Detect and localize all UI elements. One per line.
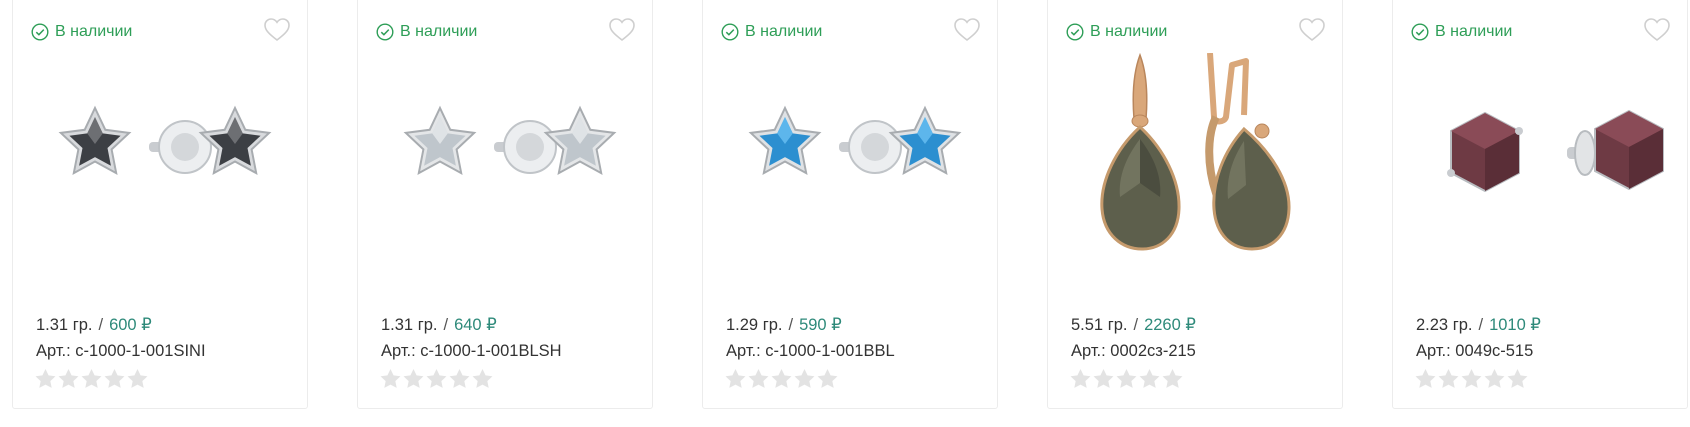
star-icon[interactable] bbox=[127, 369, 148, 389]
product-price: 2260 ₽ bbox=[1144, 316, 1196, 334]
rating-stars[interactable] bbox=[380, 369, 493, 389]
product-price: 1010 ₽ bbox=[1489, 316, 1541, 334]
favorite-button[interactable] bbox=[953, 17, 981, 43]
stock-status: В наличии bbox=[1411, 23, 1512, 41]
product-card[interactable]: В наличии bbox=[12, 0, 308, 409]
product-card[interactable]: В наличии 5.51 гр. / 2260 ₽ Арт.: 0002сз-2… bbox=[1047, 0, 1343, 409]
star-icon[interactable] bbox=[1070, 369, 1091, 389]
product-article[interactable]: Арт.: c-1000-1-001BLSH bbox=[381, 342, 562, 361]
stock-status: В наличии bbox=[31, 23, 132, 41]
star-icon[interactable] bbox=[1139, 369, 1160, 389]
star-icon[interactable] bbox=[1116, 369, 1137, 389]
product-weight: 1.31 гр. bbox=[381, 316, 438, 334]
product-article[interactable]: Арт.: 0049с-515 bbox=[1416, 342, 1533, 361]
price-line: 1.31 гр. / 600 ₽ bbox=[36, 315, 152, 335]
product-price: 590 ₽ bbox=[799, 316, 842, 334]
rating-stars[interactable] bbox=[1415, 369, 1528, 389]
price-line: 5.51 гр. / 2260 ₽ bbox=[1071, 315, 1196, 335]
product-weight: 1.29 гр. bbox=[726, 316, 783, 334]
star-icon[interactable] bbox=[380, 369, 401, 389]
product-card[interactable]: В наличии bbox=[702, 0, 998, 409]
heart-icon[interactable] bbox=[953, 17, 981, 43]
check-circle-icon bbox=[376, 23, 394, 41]
star-icon[interactable] bbox=[426, 369, 447, 389]
product-price: 640 ₽ bbox=[454, 316, 497, 334]
product-image[interactable] bbox=[1393, 53, 1687, 275]
favorite-button[interactable] bbox=[263, 17, 291, 43]
product-article[interactable]: Арт.: c-1000-1-001SINI bbox=[36, 342, 206, 361]
product-weight: 1.31 гр. bbox=[36, 316, 93, 334]
rating-stars[interactable] bbox=[725, 369, 838, 389]
price-separator: / bbox=[1133, 316, 1139, 334]
product-article[interactable]: Арт.: c-1000-1-001BBL bbox=[726, 342, 895, 361]
star-icon[interactable] bbox=[1484, 369, 1505, 389]
heart-icon[interactable] bbox=[1298, 17, 1326, 43]
product-article[interactable]: Арт.: 0002сз-215 bbox=[1071, 342, 1196, 361]
star-icon[interactable] bbox=[35, 369, 56, 389]
price-line: 2.23 гр. / 1010 ₽ bbox=[1416, 315, 1541, 335]
price-line: 1.31 гр. / 640 ₽ bbox=[381, 315, 497, 335]
star-icon[interactable] bbox=[794, 369, 815, 389]
star-icon[interactable] bbox=[1162, 369, 1183, 389]
star-icon[interactable] bbox=[1093, 369, 1114, 389]
star-icon[interactable] bbox=[817, 369, 838, 389]
star-icon[interactable] bbox=[1507, 369, 1528, 389]
star-icon[interactable] bbox=[748, 369, 769, 389]
stock-status: В наличии bbox=[1066, 23, 1167, 41]
product-weight: 5.51 гр. bbox=[1071, 316, 1128, 334]
heart-icon[interactable] bbox=[263, 17, 291, 43]
rating-stars[interactable] bbox=[1070, 369, 1183, 389]
price-separator: / bbox=[788, 316, 794, 334]
favorite-button[interactable] bbox=[1298, 17, 1326, 43]
star-icon[interactable] bbox=[725, 369, 746, 389]
check-circle-icon bbox=[1066, 23, 1084, 41]
star-icon[interactable] bbox=[81, 369, 102, 389]
rating-stars[interactable] bbox=[35, 369, 148, 389]
product-price: 600 ₽ bbox=[109, 316, 152, 334]
check-circle-icon bbox=[1411, 23, 1429, 41]
stock-label: В наличии bbox=[1435, 23, 1513, 40]
check-circle-icon bbox=[721, 23, 739, 41]
favorite-button[interactable] bbox=[608, 17, 636, 43]
stock-status: В наличии bbox=[721, 23, 822, 41]
star-icon[interactable] bbox=[1438, 369, 1459, 389]
stock-label: В наличии bbox=[400, 23, 478, 40]
heart-icon[interactable] bbox=[608, 17, 636, 43]
stock-status: В наличии bbox=[376, 23, 477, 41]
product-image[interactable] bbox=[358, 53, 652, 275]
product-card[interactable]: В наличии bbox=[1392, 0, 1688, 409]
star-icon[interactable] bbox=[1415, 369, 1436, 389]
product-image[interactable] bbox=[13, 53, 307, 275]
star-icon[interactable] bbox=[472, 369, 493, 389]
product-card[interactable]: В наличии bbox=[357, 0, 653, 409]
star-icon[interactable] bbox=[449, 369, 470, 389]
star-icon[interactable] bbox=[104, 369, 125, 389]
price-separator: / bbox=[98, 316, 104, 334]
star-icon[interactable] bbox=[771, 369, 792, 389]
star-icon[interactable] bbox=[58, 369, 79, 389]
stock-label: В наличии bbox=[55, 23, 133, 40]
product-image[interactable] bbox=[703, 53, 997, 275]
stock-label: В наличии bbox=[1090, 23, 1168, 40]
stock-label: В наличии bbox=[745, 23, 823, 40]
check-circle-icon bbox=[31, 23, 49, 41]
product-weight: 2.23 гр. bbox=[1416, 316, 1473, 334]
favorite-button[interactable] bbox=[1643, 17, 1671, 43]
price-separator: / bbox=[443, 316, 449, 334]
price-separator: / bbox=[1478, 316, 1484, 334]
star-icon[interactable] bbox=[403, 369, 424, 389]
product-grid: В наличии 1.31 гр. / 600 ₽ Арт.: c-1000-… bbox=[0, 0, 1690, 427]
star-icon[interactable] bbox=[1461, 369, 1482, 389]
heart-icon[interactable] bbox=[1643, 17, 1671, 43]
price-line: 1.29 гр. / 590 ₽ bbox=[726, 315, 842, 335]
product-image[interactable] bbox=[1048, 53, 1342, 275]
